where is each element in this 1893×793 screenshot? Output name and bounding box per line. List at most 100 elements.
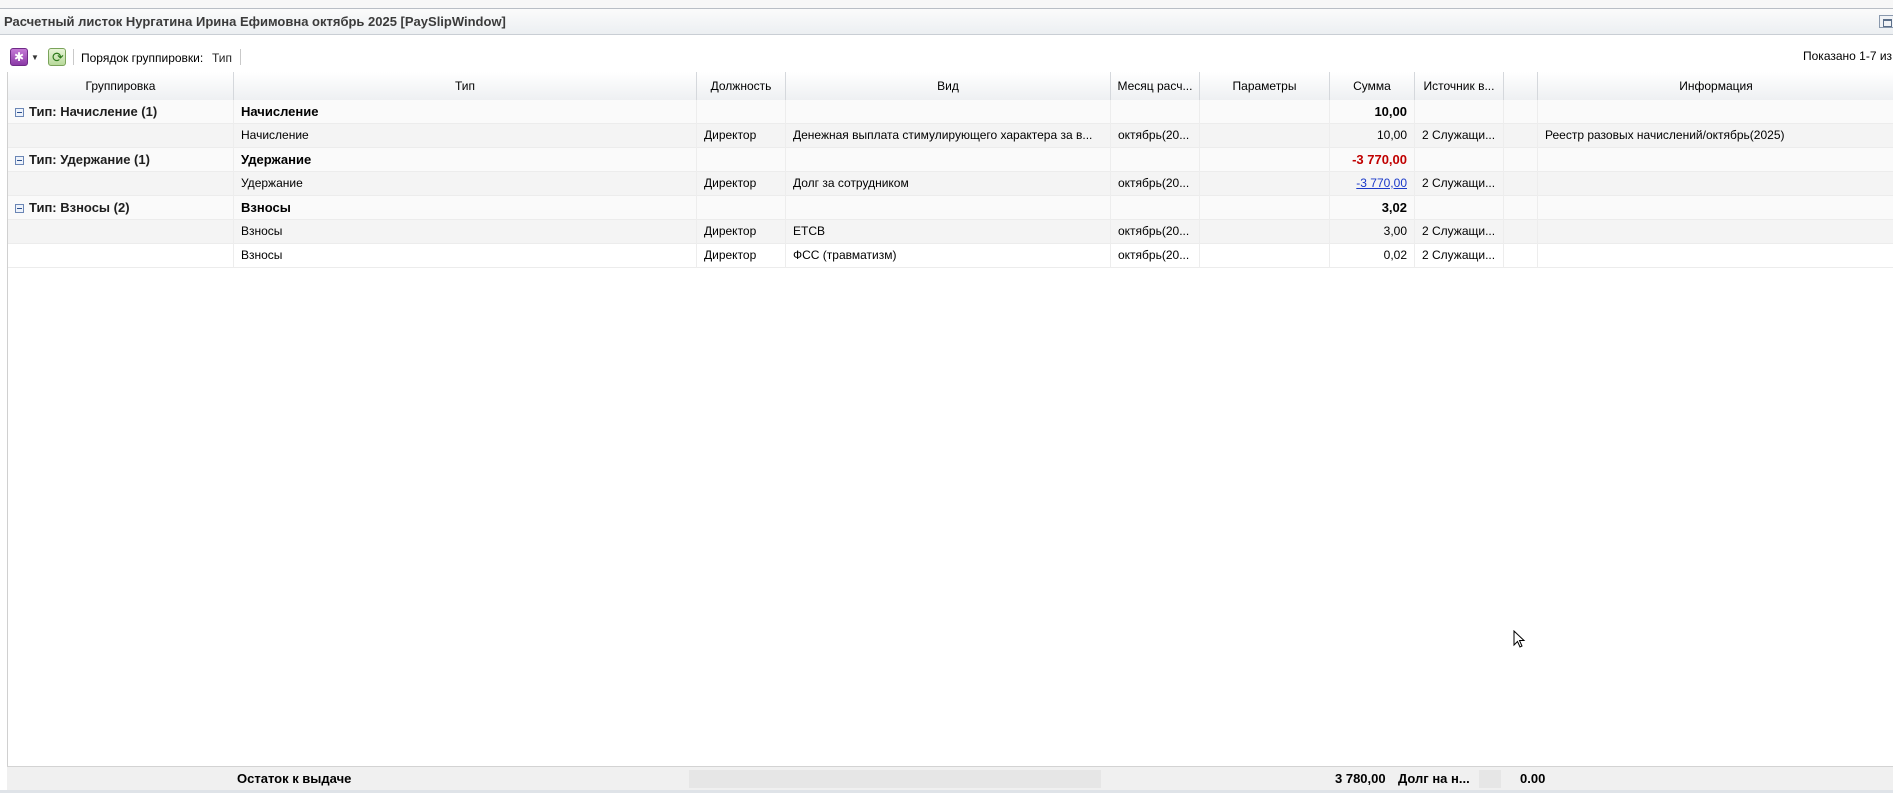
column-header-position[interactable]: Должность [697,72,786,100]
sum-link[interactable]: -3 770,00 [1356,176,1407,190]
group-toggle[interactable]: Тип: Взносы (2) [8,196,234,220]
cell-kind [786,100,1111,124]
dropdown-arrow-icon: ▼ [31,53,39,62]
toolbar-separator [73,49,74,65]
table-row[interactable]: Начисление Директор Денежная выплата сти… [8,124,1893,148]
cell-type: Начисление [234,124,697,148]
toolbar-separator [240,49,241,65]
cell-position [697,148,786,172]
cell-kind: Денежная выплата стимулирующего характер… [786,124,1111,148]
column-header-source[interactable]: Источник в... [1415,72,1504,100]
footer-spacer [1479,770,1501,788]
cell-sum: 3,00 [1330,220,1415,244]
collapse-icon[interactable] [15,108,24,117]
restore-window-icon[interactable] [1879,15,1893,28]
cell-type: Взносы [234,244,697,268]
column-header-type[interactable]: Тип [234,72,697,100]
table-row[interactable]: Взносы Директор ЕТСВ октябрь(20... 3,00 … [8,220,1893,244]
table-row[interactable]: Удержание Директор Долг за сотрудником о… [8,172,1893,196]
cell-type: Удержание [234,148,697,172]
cell-source [1415,148,1504,172]
cell-source: 2 Служащи... [1415,172,1504,196]
cell-month [1111,148,1200,172]
cell-month [1111,196,1200,220]
column-header-month[interactable]: Месяц расч... [1111,72,1200,100]
cell-source: 2 Служащи... [1415,220,1504,244]
cell-sum-link[interactable]: -3 770,00 [1330,172,1415,196]
cell-sum: 3,02 [1330,196,1415,220]
cell-info: Реестр разовых начислений/октябрь(2025) [1545,128,1785,142]
cell-position: Директор [697,220,786,244]
cell-sum: 10,00 [1330,100,1415,124]
cell-position: Директор [697,244,786,268]
cell-group [8,220,234,244]
column-header-params[interactable]: Параметры [1200,72,1330,100]
window-titlebar[interactable]: Расчетный листок Нургатина Ирина Ефимовн… [0,9,1893,35]
cell-kind [786,196,1111,220]
cell-kind [786,148,1111,172]
column-header-grouping[interactable]: Группировка [8,72,234,100]
cell-type: Начисление [234,100,697,124]
cell-extra [1504,100,1538,124]
window-title: Расчетный листок Нургатина Ирина Ефимовн… [4,14,506,29]
grid-header: Группировка Тип Должность Вид Месяц расч… [8,72,1893,101]
grouping-value[interactable]: Тип [212,51,232,65]
cell-position: Директор [697,172,786,196]
footer-spacer [689,770,1101,788]
group-row-contributions[interactable]: Тип: Взносы (2) Взносы 3,02 [8,196,1893,220]
refresh-button[interactable] [48,48,66,66]
settings-menu-button[interactable]: ▼ [10,48,40,66]
column-header-sum[interactable]: Сумма [1330,72,1415,100]
toolbar: ▼ Порядок группировки: Тип Показано 1-7 … [0,42,1893,70]
balance-amount: 3 780,00 [1335,771,1386,786]
cell-params [1200,148,1330,172]
cell-source: 2 Служащи... [1415,124,1504,148]
cell-type: Взносы [234,220,697,244]
cell-extra [1504,244,1538,268]
cell-extra [1504,124,1538,148]
collapse-icon[interactable] [15,156,24,165]
cell-kind: ФСС (травматизм) [786,244,1111,268]
group-row-deduction[interactable]: Тип: Удержание (1) Удержание -3 770,00 [8,148,1893,172]
cell-sum: 0,02 [1330,244,1415,268]
column-header-info[interactable]: Информация [1538,72,1893,100]
cell-month [1111,100,1200,124]
group-toggle[interactable]: Тип: Удержание (1) [8,148,234,172]
cell-info [1538,244,1893,268]
cell-sum: -3 770,00 [1330,148,1415,172]
group-row-accrual[interactable]: Тип: Начисление (1) Начисление 10,00 [8,100,1893,124]
cell-info [1538,220,1893,244]
cell-source [1415,100,1504,124]
group-toggle[interactable]: Тип: Начисление (1) [8,100,234,124]
cell-info [1538,196,1893,220]
grouping-label: Порядок группировки: [81,51,204,65]
cell-params [1200,172,1330,196]
cell-kind: ЕТСВ [786,220,1111,244]
column-header-extra[interactable] [1504,72,1538,100]
cell-params [1200,244,1330,268]
cell-type: Взносы [234,196,697,220]
mouse-cursor-icon [1513,630,1526,648]
cell-extra [1504,148,1538,172]
cell-position: Директор [697,124,786,148]
payslip-grid: Группировка Тип Должность Вид Месяц расч… [7,72,1893,766]
cell-info [1538,148,1893,172]
cell-kind: Долг за сотрудником [786,172,1111,196]
cell-month: октябрь(20... [1111,220,1200,244]
column-header-kind[interactable]: Вид [786,72,1111,100]
table-row[interactable]: Взносы Директор ФСС (травматизм) октябрь… [8,244,1893,268]
cell-params [1200,100,1330,124]
cell-params [1200,196,1330,220]
cell-source: 2 Служащи... [1415,244,1504,268]
cell-extra [1504,220,1538,244]
collapse-icon[interactable] [15,204,24,213]
cell-position [697,100,786,124]
paging-status: Показано 1-7 из [1803,49,1893,63]
cell-info [1538,172,1893,196]
cell-extra [1504,172,1538,196]
cell-group [8,244,234,268]
cell-extra [1504,196,1538,220]
cell-group [8,124,234,148]
summary-footer: Остаток к выдаче 3 780,00 Долг на н... 0… [7,766,1893,791]
cell-source [1415,196,1504,220]
